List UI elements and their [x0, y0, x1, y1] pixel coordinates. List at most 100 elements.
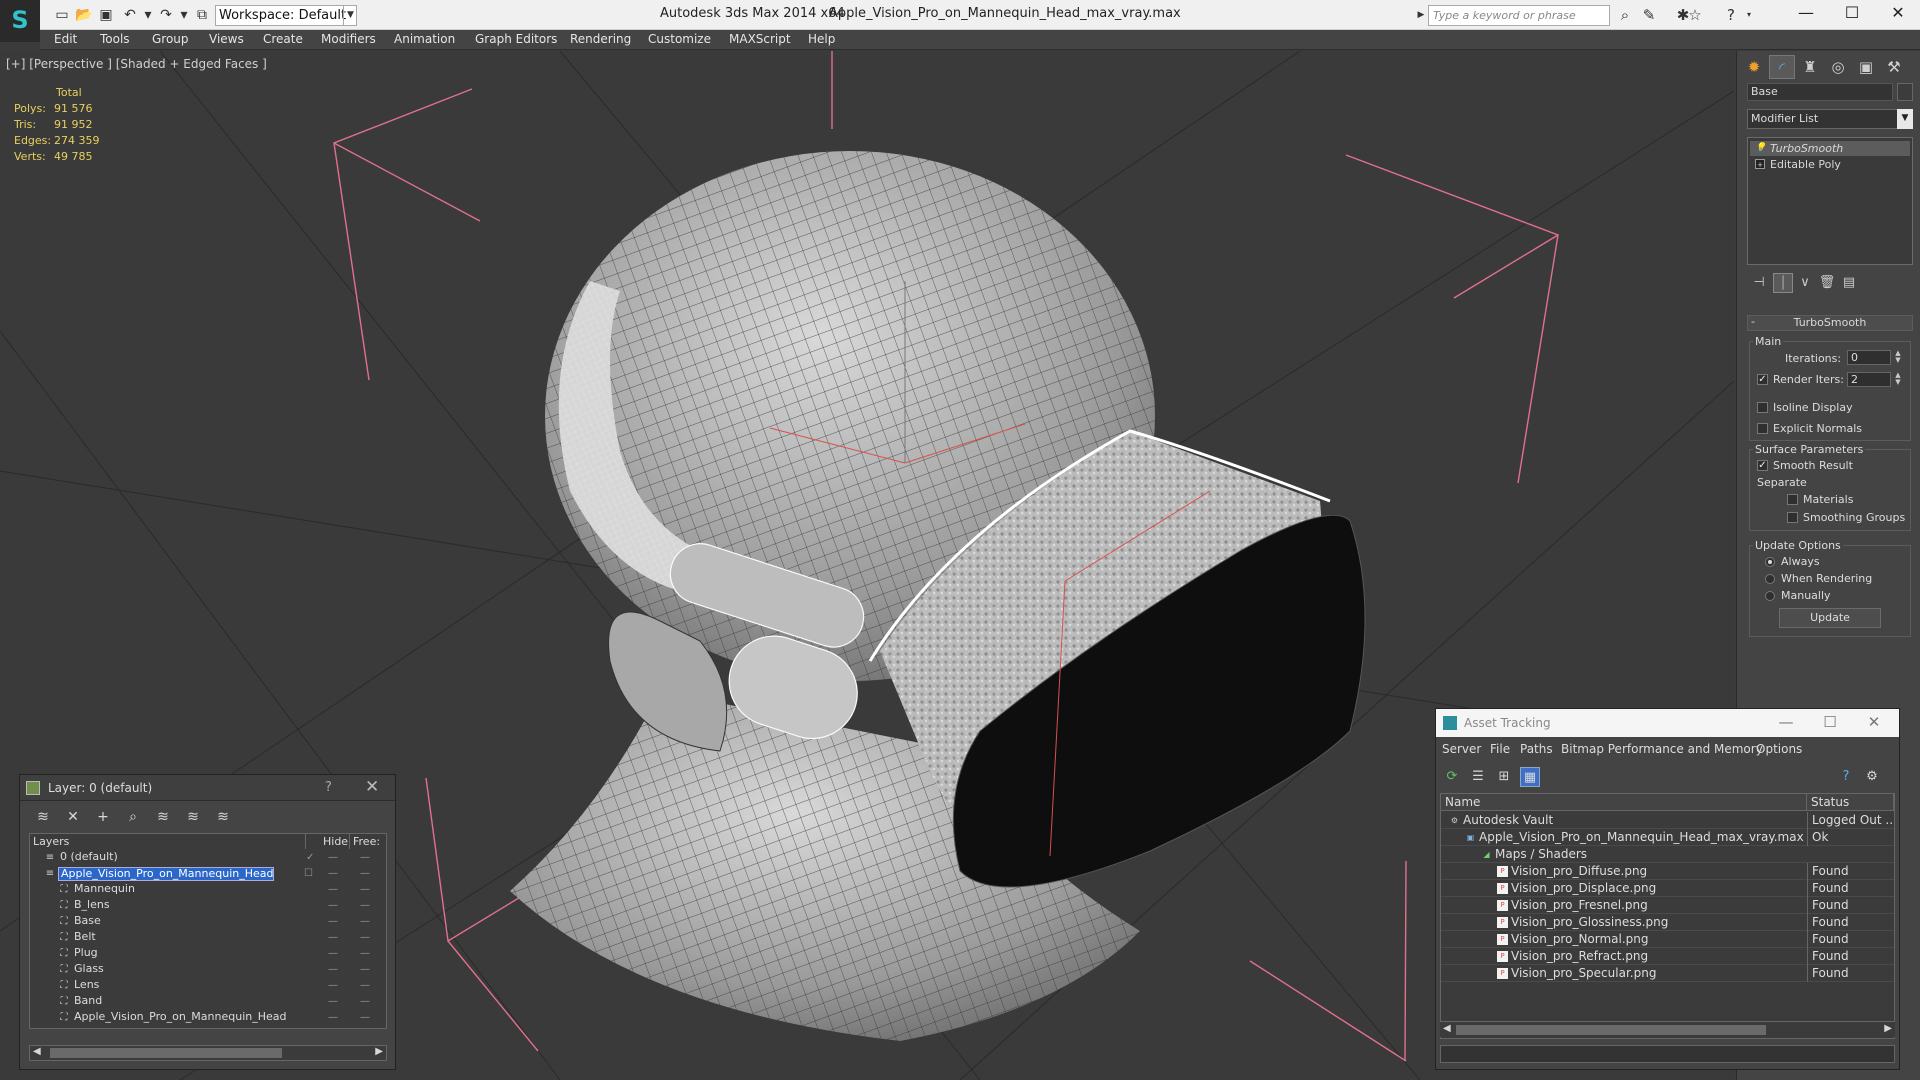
layer-row[interactable]: ≡ Apple_Vision_Pro_on_Mannequin_Head ☐ — — — [30, 866, 386, 882]
hide-toggle[interactable]: — — [328, 994, 338, 1010]
hide-toggle[interactable]: — — [328, 978, 338, 994]
redo-dropdown-icon[interactable]: ▾ — [174, 6, 194, 24]
asset-row[interactable]: P Vision_pro_Normal.png Found — [1441, 931, 1894, 948]
minimize-icon[interactable]: — — [1783, 0, 1829, 28]
viewport-label[interactable]: [+] [Perspective ] [Shaded + Edged Faces… — [6, 57, 267, 71]
table-view-icon[interactable]: ▦ — [1520, 767, 1540, 787]
update-button[interactable]: Update — [1779, 608, 1881, 628]
turbosmooth-rollout-header[interactable]: TurboSmooth — [1747, 315, 1913, 331]
layer-row[interactable]: ⛶ Lens — — — [30, 978, 386, 994]
display-tab-icon[interactable]: ▣ — [1853, 55, 1879, 79]
freeze-toggle[interactable]: — — [360, 1010, 370, 1026]
asset-row[interactable]: P Vision_pro_Refract.png Found — [1441, 948, 1894, 965]
object-name-input[interactable]: Base — [1747, 83, 1893, 101]
menu-create[interactable]: Create — [263, 32, 303, 46]
menu-graph-editors[interactable]: Graph Editors — [475, 32, 557, 46]
materials-checkbox[interactable] — [1787, 494, 1798, 505]
layer-row[interactable]: ⛶ Band — — — [30, 994, 386, 1010]
project-folder-icon[interactable]: ⧉ — [192, 6, 212, 24]
asset-row[interactable]: P Vision_pro_Fresnel.png Found — [1441, 897, 1894, 914]
asset-row[interactable]: P Vision_pro_Diffuse.png Found — [1441, 863, 1894, 880]
asset-horizontal-scrollbar[interactable]: ◀ ▶ — [1440, 1021, 1895, 1037]
freeze-toggle[interactable]: — — [360, 978, 370, 994]
render-iters-spinner-arrows-icon[interactable]: ▲ ▼ — [1893, 372, 1903, 387]
render-iters-checkbox[interactable]: ✓ — [1757, 374, 1768, 385]
when-rendering-radio[interactable] — [1765, 574, 1775, 584]
refresh-icon[interactable]: ⟳ — [1442, 767, 1462, 787]
hide-toggle[interactable]: — — [328, 914, 338, 930]
binoculars-icon[interactable]: ⌕ — [1614, 5, 1636, 25]
layer-row[interactable]: ⛶ Glass — — — [30, 962, 386, 978]
favorites-star-icon[interactable]: ☆ — [1684, 5, 1706, 25]
smoothing-groups-checkbox[interactable] — [1787, 512, 1798, 523]
layer-row[interactable]: ⛶ Base — — — [30, 914, 386, 930]
pin-stack-icon[interactable]: ⊣ — [1749, 273, 1769, 293]
render-iters-spinner[interactable]: 2 — [1847, 372, 1891, 387]
object-color-swatch[interactable] — [1897, 83, 1913, 101]
expand-plus-icon[interactable]: + — [1755, 159, 1765, 169]
asset-row[interactable]: ◢ Maps / Shaders — [1441, 846, 1894, 863]
highlight-selected-layer-icon[interactable]: ≋ — [152, 807, 174, 827]
iterations-spinner-arrows-icon[interactable]: ▲ ▼ — [1893, 350, 1903, 365]
new-file-icon[interactable]: ▭ — [52, 6, 72, 24]
remove-modifier-icon[interactable]: 🗑 — [1817, 273, 1837, 293]
asset-close-icon[interactable]: ✕ — [1854, 711, 1894, 735]
menu-edit[interactable]: Edit — [54, 32, 77, 46]
asset-row[interactable]: P Vision_pro_Specular.png Found — [1441, 965, 1894, 982]
asset-scroll-left-icon[interactable]: ◀ — [1443, 1023, 1451, 1034]
modifier-list-dropdown[interactable]: Modifier List — [1747, 109, 1913, 129]
asset-scroll-right-icon[interactable]: ▶ — [1884, 1023, 1892, 1034]
explicit-normals-checkbox[interactable] — [1757, 423, 1768, 434]
hide-toggle[interactable]: — — [328, 898, 338, 914]
layer-row[interactable]: ⛶ Mannequin — — — [30, 882, 386, 898]
menu-group[interactable]: Group — [152, 32, 189, 46]
asset-menu-bitmap-performance[interactable]: Bitmap Performance and Memory — [1561, 742, 1763, 756]
freeze-toggle[interactable]: — — [360, 994, 370, 1010]
current-layer-check-icon[interactable]: ✓ — [306, 850, 314, 866]
freeze-toggle[interactable]: — — [360, 898, 370, 914]
asset-menu-server[interactable]: Server — [1442, 742, 1481, 756]
configure-modifier-sets-icon[interactable]: ▤ — [1839, 273, 1859, 293]
modify-tab-icon[interactable]: ◜ — [1769, 55, 1795, 79]
column-layers[interactable]: Layers — [30, 834, 306, 849]
freeze-all-layers-icon[interactable]: ≋ — [212, 807, 234, 827]
hide-toggle[interactable]: — — [328, 962, 338, 978]
hide-toggle[interactable]: — — [328, 850, 338, 866]
asset-row[interactable]: P Vision_pro_Glossiness.png Found — [1441, 914, 1894, 931]
column-freeze[interactable]: Free: — [350, 834, 386, 849]
make-unique-icon[interactable]: ∨ — [1795, 273, 1815, 293]
freeze-toggle[interactable]: — — [360, 946, 370, 962]
save-file-icon[interactable]: ▣ — [96, 6, 116, 24]
asset-row[interactable]: P Vision_pro_Displace.png Found — [1441, 880, 1894, 897]
menu-tools[interactable]: Tools — [100, 32, 130, 46]
set-current-layer-icon[interactable]: ☐ — [304, 866, 313, 882]
isoline-display-checkbox[interactable] — [1757, 402, 1768, 413]
hide-toggle[interactable]: — — [328, 866, 338, 882]
hide-all-layers-icon[interactable]: ≋ — [182, 807, 204, 827]
hierarchy-tab-icon[interactable]: ♜ — [1797, 55, 1823, 79]
asset-row[interactable]: ▣ Apple_Vision_Pro_on_Mannequin_Head_max_… — [1441, 829, 1894, 846]
layer-row[interactable]: ⛶ Plug — — — [30, 946, 386, 962]
layer-row[interactable]: ⛶ Belt — — — [30, 930, 386, 946]
freeze-toggle[interactable]: — — [360, 930, 370, 946]
rollout-collapse-icon[interactable]: - — [1751, 315, 1755, 329]
delete-layer-icon[interactable]: ✕ — [62, 807, 84, 827]
list-view-icon[interactable]: ☰ — [1468, 767, 1488, 787]
menu-modifiers[interactable]: Modifiers — [321, 32, 376, 46]
open-file-icon[interactable]: 📂 — [74, 6, 94, 24]
layer-help-icon[interactable]: ? — [325, 780, 332, 795]
scroll-left-icon[interactable]: ◀ — [33, 1046, 41, 1057]
show-end-result-icon[interactable]: ⏐ — [1773, 273, 1793, 293]
manually-radio[interactable] — [1765, 591, 1775, 601]
menu-animation[interactable]: Animation — [394, 32, 455, 46]
freeze-toggle[interactable]: — — [360, 914, 370, 930]
menu-rendering[interactable]: Rendering — [570, 32, 631, 46]
search-input[interactable]: Type a keyword or phrase — [1428, 5, 1610, 26]
column-hide[interactable]: Hide — [320, 834, 350, 849]
asset-menu-options[interactable]: Options — [1756, 742, 1802, 756]
asset-settings-icon[interactable]: ⚙ — [1862, 767, 1882, 787]
modifier-list-arrow-icon[interactable]: ▼ — [1897, 109, 1913, 129]
hide-toggle[interactable]: — — [328, 946, 338, 962]
asset-scroll-thumb[interactable] — [1456, 1025, 1766, 1035]
asset-menu-file[interactable]: File — [1490, 742, 1510, 756]
